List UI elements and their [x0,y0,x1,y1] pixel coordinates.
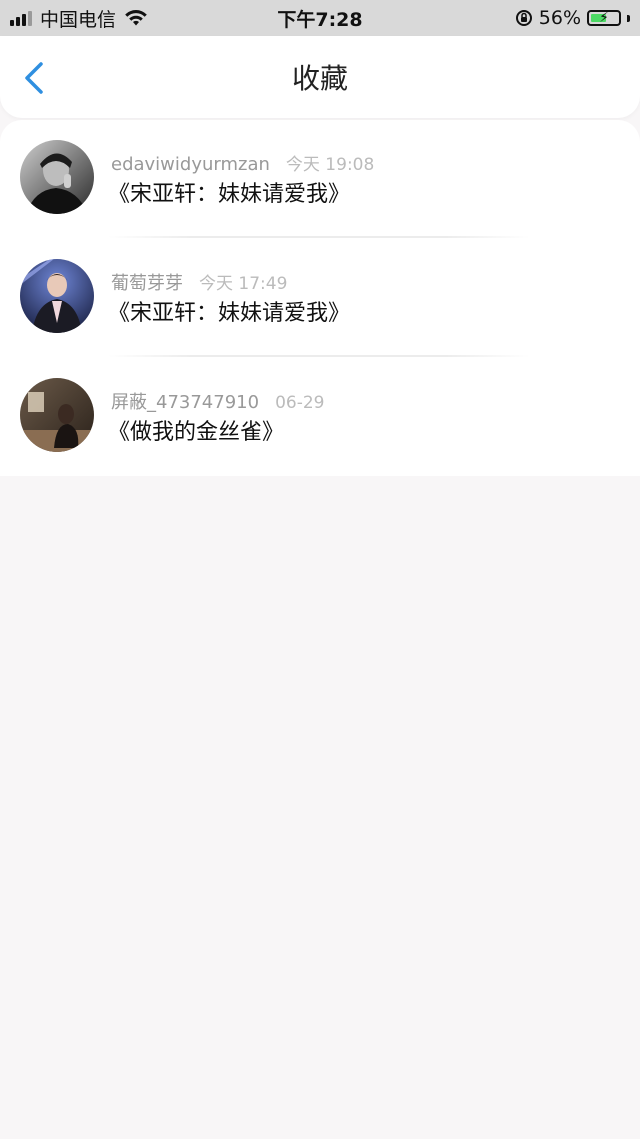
favorite-time: 06-29 [275,393,325,413]
status-left: 中国电信 [10,0,148,36]
favorite-time: 今天 17:49 [199,274,288,294]
list-divider [108,355,530,357]
favorite-item[interactable]: 屏蔽_473747910 06-29 《做我的金丝雀》 [0,358,640,476]
cellular-signal-icon [10,10,32,26]
page-title: 收藏 [291,62,348,95]
avatar [20,140,94,214]
favorite-user: edaviwidyurmzan [111,154,270,175]
avatar [20,378,94,452]
charging-bolt-icon: ⚡ [599,10,609,26]
battery-icon: ⚡ [587,10,621,26]
favorite-user: 葡萄芽芽 [111,273,183,294]
favorite-title: 《宋亚轩：妹妹请爱我》 [108,182,351,207]
favorite-item[interactable]: 葡萄芽芽 今天 17:49 《宋亚轩：妹妹请爱我》 [0,239,640,357]
favorite-meta: 葡萄芽芽 今天 17:49 [111,269,287,295]
list-divider [108,236,530,238]
favorite-user: 屏蔽_473747910 [111,392,260,413]
battery-cap [627,14,630,22]
favorite-meta: edaviwidyurmzan 今天 19:08 [111,150,374,175]
favorite-time: 今天 19:08 [285,155,375,175]
chevron-left-icon [25,62,43,94]
back-button[interactable] [14,56,54,100]
favorite-item[interactable]: edaviwidyurmzan 今天 19:08 《宋亚轩：妹妹请爱我》 [0,120,640,238]
rotation-lock-icon [515,10,532,26]
nav-header: 收藏 [0,36,640,118]
status-bar: 中国电信 下午7:28 56% ⚡ [0,0,640,36]
status-right: 56% ⚡ [515,0,630,36]
carrier-name: 中国电信 [40,8,117,31]
wifi-icon [125,10,147,26]
battery-percent: 56% [538,7,581,29]
favorite-title: 《做我的金丝雀》 [108,420,285,445]
avatar [20,259,94,333]
favorite-title: 《宋亚轩：妹妹请爱我》 [108,301,351,326]
favorites-list: edaviwidyurmzan 今天 19:08 《宋亚轩：妹妹请爱我》 葡萄芽… [0,120,640,476]
favorite-meta: 屏蔽_473747910 06-29 [111,388,324,414]
